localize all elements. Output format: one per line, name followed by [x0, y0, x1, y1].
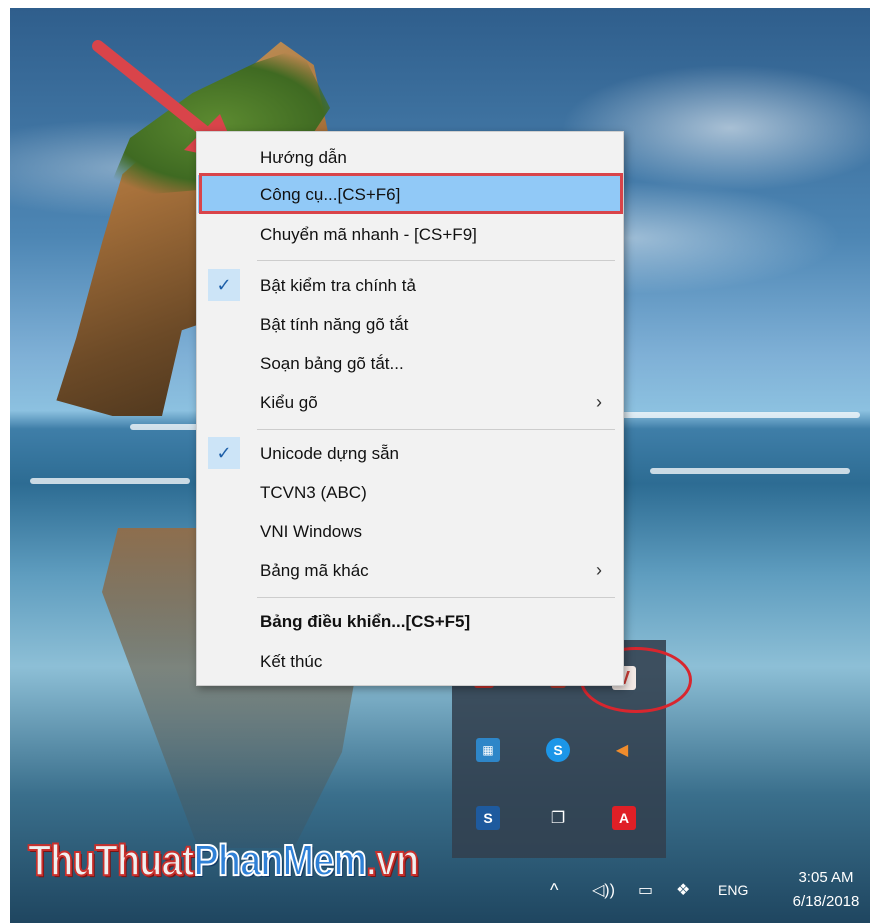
clock-date: 6/18/2018 — [792, 893, 860, 910]
skype-icon[interactable]: S — [546, 738, 570, 762]
menu-item-kieu-go[interactable]: Kiểu gõ › — [198, 383, 622, 421]
network-app-icon[interactable]: ▦ — [476, 738, 500, 762]
watermark-part-1: ThuThuat — [27, 835, 195, 886]
clock-time: 3:05 AM — [798, 869, 854, 886]
watermark-logo: ThuThuatPhanMem.vn — [27, 835, 420, 886]
menu-item-soan-bang-go-tat[interactable]: Soạn bảng gõ tắt... — [198, 344, 622, 382]
menu-item-label: Bảng mã khác — [260, 561, 369, 580]
copy-app-icon[interactable]: ❐ — [546, 806, 570, 830]
unikey-context-menu: Hướng dẫn Công cụ...[CS+F6] Chuyển mã nh… — [196, 131, 624, 686]
menu-item-label: Unicode dựng sẵn — [260, 444, 399, 463]
speaker-volume-icon[interactable]: ◀ — [610, 738, 634, 762]
adobe-icon[interactable]: A — [612, 806, 636, 830]
language-indicator[interactable]: ENG — [718, 882, 748, 898]
dropbox-icon[interactable]: ❖ — [676, 880, 690, 900]
menu-item-label: Chuyển mã nhanh - [CS+F9] — [260, 225, 477, 244]
volume-icon[interactable]: ◁)) — [592, 880, 615, 900]
menu-item-vni-windows[interactable]: VNI Windows — [198, 512, 622, 550]
menu-item-bang-ma-khac[interactable]: Bảng mã khác › — [198, 551, 622, 589]
watermark-part-3: .vn — [365, 835, 420, 886]
s-app-icon[interactable]: S — [476, 806, 500, 830]
menu-item-chuyen-ma-nhanh[interactable]: Chuyển mã nhanh - [CS+F9] — [198, 215, 622, 253]
network-icon[interactable]: ▭ — [638, 880, 653, 900]
menu-separator — [257, 597, 615, 598]
menu-item-label: Soạn bảng gõ tắt... — [260, 354, 404, 373]
wave — [30, 478, 190, 484]
menu-item-go-tat[interactable]: Bật tính năng gõ tắt — [198, 305, 622, 343]
checkmark-icon: ✓ — [208, 269, 240, 301]
menu-item-ket-thuc[interactable]: Kết thúc — [198, 642, 622, 680]
checkmark-icon: ✓ — [208, 437, 240, 469]
menu-separator — [257, 429, 615, 430]
menu-item-bang-dieu-khien[interactable]: Bảng điều khiển...[CS+F5] — [198, 602, 622, 640]
menu-item-label: Bảng điều khiển...[CS+F5] — [260, 612, 471, 631]
menu-item-label: Kết thúc — [260, 652, 323, 671]
menu-item-unicode-dung-san[interactable]: ✓ Unicode dựng sẵn — [198, 434, 622, 472]
menu-item-label: Bật kiểm tra chính tả — [260, 276, 416, 295]
taskbar-notification-area: ^ ◁)) ▭ ❖ ENG 3:05 AM 6/18/2018 — [540, 858, 870, 923]
menu-item-kiem-tra-chinh-ta[interactable]: ✓ Bật kiểm tra chính tả — [198, 266, 622, 304]
menu-separator — [257, 260, 615, 261]
menu-item-label: VNI Windows — [260, 522, 363, 541]
wave — [620, 412, 860, 418]
menu-item-label: Bật tính năng gõ tắt — [260, 315, 409, 334]
menu-item-label: Hướng dẫn — [260, 148, 347, 167]
annotation-highlight-box — [199, 173, 623, 214]
watermark-part-2: PhanMem — [193, 835, 368, 886]
submenu-chevron-icon: › — [596, 560, 602, 580]
wave — [650, 468, 850, 474]
clock[interactable]: 3:05 AM 6/18/2018 — [782, 866, 870, 914]
menu-item-huong-dan[interactable]: Hướng dẫn — [198, 138, 622, 176]
menu-item-label: Kiểu gõ — [260, 393, 318, 412]
menu-item-label: TCVN3 (ABC) — [260, 483, 367, 502]
show-hidden-icons-chevron-icon[interactable]: ^ — [550, 880, 558, 901]
menu-item-tcvn3[interactable]: TCVN3 (ABC) — [198, 473, 622, 511]
submenu-chevron-icon: › — [596, 392, 602, 412]
